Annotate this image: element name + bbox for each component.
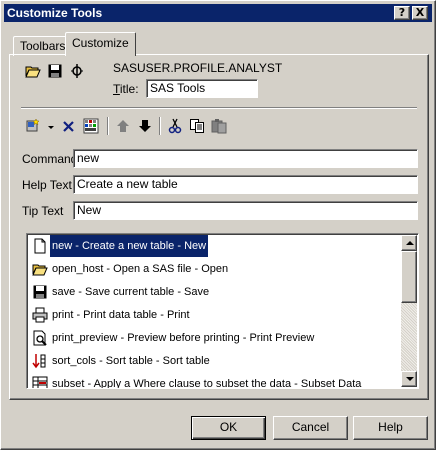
tip-text-input[interactable]: New xyxy=(73,201,418,220)
arrow-up-icon xyxy=(406,241,414,245)
help-button[interactable]: Help xyxy=(353,416,428,440)
list-item[interactable]: print - Print data table - Print xyxy=(29,304,402,326)
command-input[interactable]: new xyxy=(73,149,418,168)
list-item[interactable]: save - Save current table - Save xyxy=(29,281,402,303)
scroll-up-button[interactable] xyxy=(401,235,417,251)
help-text-label: Help Text xyxy=(22,178,72,192)
sort-icon xyxy=(32,353,48,369)
scroll-thumb[interactable] xyxy=(401,251,417,303)
toolbar-separator xyxy=(159,117,161,135)
mount-icon[interactable] xyxy=(69,63,85,79)
toolbar-separator xyxy=(107,117,109,135)
separator xyxy=(21,107,417,109)
cut-icon[interactable] xyxy=(167,118,183,134)
title-bar[interactable]: Customize Tools ? X xyxy=(4,4,432,22)
scroll-down-button[interactable] xyxy=(401,371,417,387)
paste-icon[interactable] xyxy=(211,118,227,134)
tools-list[interactable]: new - Create a new table - New open_host… xyxy=(26,233,419,389)
dropdown-arrow-icon[interactable] xyxy=(43,118,54,134)
list-item[interactable]: open_host - Open a SAS file - Open xyxy=(29,258,402,280)
subset-icon xyxy=(32,376,48,388)
arrow-down-icon xyxy=(406,377,414,381)
customize-tools-dialog: Customize Tools ? X Toolbars Customize S… xyxy=(0,0,436,450)
command-label: Command xyxy=(22,152,78,166)
window-title: Customize Tools xyxy=(7,6,103,20)
list-scrollbar[interactable] xyxy=(401,235,417,387)
close-title-button[interactable]: X xyxy=(412,6,428,20)
profile-name: SASUSER.PROFILE.ANALYST xyxy=(113,61,283,75)
print-preview-icon xyxy=(32,330,48,346)
list-item[interactable]: sort_cols - Sort table - Sort table xyxy=(29,350,402,372)
cancel-button[interactable]: Cancel xyxy=(273,416,348,440)
list-item[interactable]: new - Create a new table - New xyxy=(29,235,402,257)
tab-customize[interactable]: Customize xyxy=(65,32,136,56)
floppy-save-icon xyxy=(32,284,48,300)
list-item[interactable]: subset - Apply a Where clause to subset … xyxy=(29,373,402,388)
copy-icon[interactable] xyxy=(189,118,205,134)
tip-text-label: Tip Text xyxy=(22,204,64,218)
help-text-input[interactable]: Create a new table xyxy=(73,175,418,194)
help-title-button[interactable]: ? xyxy=(394,6,410,20)
list-item[interactable]: print_preview - Preview before printing … xyxy=(29,327,402,349)
title-label: Title: xyxy=(113,82,139,96)
delete-icon[interactable] xyxy=(61,118,77,134)
tab-toolbars[interactable]: Toolbars xyxy=(13,36,73,56)
new-document-icon xyxy=(32,238,48,254)
title-input[interactable]: SAS Tools xyxy=(146,79,258,98)
open-icon[interactable] xyxy=(25,63,41,79)
printer-icon xyxy=(32,307,48,323)
icon-editor-icon[interactable] xyxy=(83,118,99,134)
move-down-icon[interactable] xyxy=(137,118,153,134)
move-up-icon[interactable] xyxy=(115,118,131,134)
save-icon[interactable] xyxy=(47,63,63,79)
add-tool-icon[interactable] xyxy=(25,118,41,134)
open-folder-icon xyxy=(32,261,48,277)
ok-button[interactable]: OK xyxy=(191,416,266,440)
